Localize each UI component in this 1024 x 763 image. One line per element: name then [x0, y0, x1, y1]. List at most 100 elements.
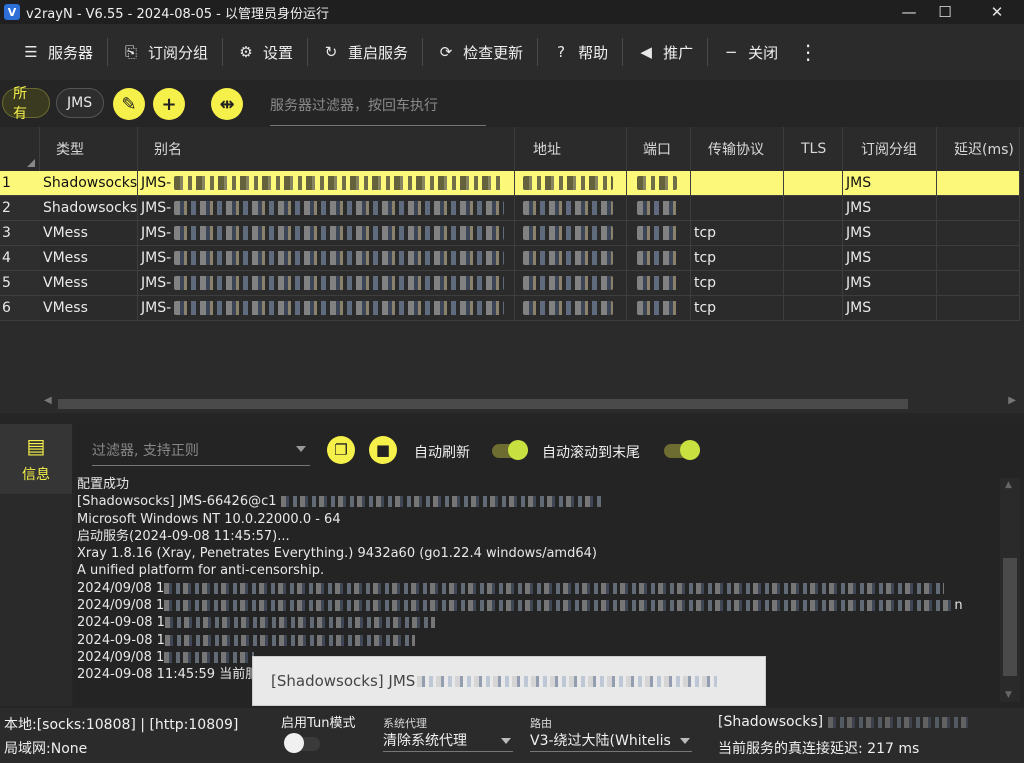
redacted-text: [174, 201, 504, 215]
auto-refresh-toggle[interactable]: [492, 440, 528, 460]
cell-alias: JMS-: [138, 271, 515, 296]
redacted-text: [637, 226, 677, 240]
cell-transport: tcp: [691, 296, 784, 321]
table-row[interactable]: 4 VMess JMS-tcp JMS: [0, 246, 1020, 271]
row-number: 2: [0, 196, 40, 221]
toggle-knob: [680, 440, 700, 460]
filter-chip-jms[interactable]: JMS: [56, 88, 104, 118]
speaker-icon: ◀: [640, 43, 652, 61]
redacted-text: [164, 617, 435, 629]
cell-address: [515, 296, 627, 321]
vertical-scrollbar[interactable]: ▲ ▼: [1000, 478, 1020, 702]
cell-text: VMess: [43, 225, 88, 241]
subscription-button[interactable]: ⎘ 订阅分组: [108, 32, 222, 72]
split-button[interactable]: ⇹: [211, 88, 243, 120]
copy-icon: ❐: [334, 441, 348, 459]
table-row[interactable]: 5 VMess JMS-tcp JMS: [0, 271, 1020, 296]
log-filter-input[interactable]: 过滤器, 支持正则: [92, 434, 310, 466]
horizontal-scroll-thumb[interactable]: [58, 399, 908, 409]
header-address[interactable]: 地址: [515, 127, 627, 171]
cell-text: VMess: [43, 275, 88, 291]
horizontal-scrollbar[interactable]: ◀ ▶: [40, 395, 1020, 411]
promote-button[interactable]: ◀ 推广: [623, 32, 707, 72]
log-line-text: 2024/09/08 1: [77, 598, 165, 614]
log-line-text: 2024/09/08 1: [77, 649, 165, 665]
cell-sub: JMS: [843, 221, 937, 246]
cell-text: VMess: [43, 300, 88, 316]
server-icon: ☰: [24, 43, 38, 61]
cell-alias: JMS-: [138, 171, 515, 196]
cell-alias: JMS-: [138, 296, 515, 321]
cell-sub: JMS: [843, 196, 937, 221]
header-subscription[interactable]: 订阅分组: [843, 127, 937, 171]
info-tab[interactable]: ▤ 信息: [0, 424, 72, 494]
log-line: 2024-09-08 1: [77, 632, 997, 649]
edit-button[interactable]: ✎: [113, 88, 145, 120]
row-number: 6: [0, 296, 40, 321]
auto-scroll-label: 自动滚动到末尾: [542, 445, 640, 461]
routing-select[interactable]: V3-绕过大陆(Whitelis: [530, 728, 692, 752]
message-icon: ▤: [26, 434, 46, 458]
copy-log-button[interactable]: ❐: [327, 436, 355, 464]
toggle-knob: [508, 440, 528, 460]
filter-chip-all[interactable]: 所有: [2, 86, 50, 122]
info-tab-label: 信息: [22, 467, 50, 483]
cell-delay: [937, 171, 1020, 196]
title-bar: V v2rayN - V6.55 - 2024-08-05 - 以管理员身份运行…: [0, 0, 1024, 24]
scroll-left-icon[interactable]: ◀: [44, 395, 52, 406]
cell-text: tcp: [694, 250, 717, 266]
minus-icon: −: [724, 43, 738, 61]
scroll-down-icon[interactable]: ▼: [1005, 690, 1012, 700]
help-button[interactable]: ? 帮助: [538, 32, 622, 72]
more-menu-button[interactable]: ⋮: [792, 32, 824, 72]
cell-tls: [784, 171, 843, 196]
log-line: Microsoft Windows NT 10.0.22000.0 - 64: [77, 511, 341, 527]
header-alias[interactable]: 别名: [138, 127, 515, 171]
restart-service-button[interactable]: ↻ 重启服务: [308, 32, 422, 72]
system-proxy-select[interactable]: 清除系统代理: [383, 728, 513, 752]
table-row[interactable]: 2 Shadowsocks JMS- JMS: [0, 196, 1020, 221]
cell-port: [627, 171, 691, 196]
vertical-scroll-thumb[interactable]: [1003, 558, 1017, 676]
cell-text: JMS-: [141, 175, 172, 191]
redacted-text: [174, 176, 504, 190]
promote-label: 推广: [663, 43, 694, 62]
check-update-button[interactable]: ⟳ 检查更新: [423, 32, 537, 72]
notification-toast: [Shadowsocks] JMS: [252, 656, 766, 706]
cell-tls: [784, 196, 843, 221]
cell-text: tcp: [694, 275, 717, 291]
scroll-right-icon[interactable]: ▶: [1008, 395, 1016, 406]
cell-type: VMess: [40, 221, 138, 246]
cell-type: Shadowsocks: [40, 196, 138, 221]
log-line-text: 2024/09/08 1: [77, 580, 165, 596]
close-app-button[interactable]: − 关闭: [708, 32, 792, 72]
redacted-text: [637, 276, 677, 290]
auto-scroll-toggle[interactable]: [664, 440, 700, 460]
maximize-button[interactable]: ☐: [922, 0, 968, 24]
chevron-down-icon[interactable]: [296, 446, 306, 452]
clear-log-button[interactable]: ■: [369, 436, 397, 464]
header-transport[interactable]: 传输协议: [691, 127, 784, 171]
header-tls[interactable]: TLS: [784, 127, 843, 171]
cell-port: [627, 246, 691, 271]
table-row[interactable]: 6 VMess JMS-tcp JMS: [0, 296, 1020, 321]
table-row[interactable]: 1 Shadowsocks JMS- JMS: [0, 171, 1020, 196]
check-update-label: 检查更新: [463, 43, 524, 62]
add-button[interactable]: +: [153, 88, 185, 120]
redacted-text: [523, 176, 613, 190]
tun-mode-toggle[interactable]: [284, 733, 320, 753]
settings-button[interactable]: ⚙ 设置: [223, 32, 307, 72]
cell-delay: [937, 296, 1020, 321]
redacted-text: [637, 201, 677, 215]
scroll-up-icon[interactable]: ▲: [1005, 480, 1012, 490]
cell-transport: tcp: [691, 221, 784, 246]
close-window-button[interactable]: ✕: [974, 0, 1020, 24]
header-type[interactable]: 类型: [40, 127, 138, 171]
header-delay[interactable]: 延迟(ms): [937, 127, 1020, 171]
server-filter-input[interactable]: 服务器过滤器，按回车执行: [270, 92, 486, 126]
servers-button[interactable]: ☰ 服务器: [8, 32, 107, 72]
table-row[interactable]: 3 VMess JMS-tcp JMS: [0, 221, 1020, 246]
log-line: 2024/09/08 1 n: [77, 597, 997, 614]
cell-tls: [784, 296, 843, 321]
header-port[interactable]: 端口: [627, 127, 691, 171]
